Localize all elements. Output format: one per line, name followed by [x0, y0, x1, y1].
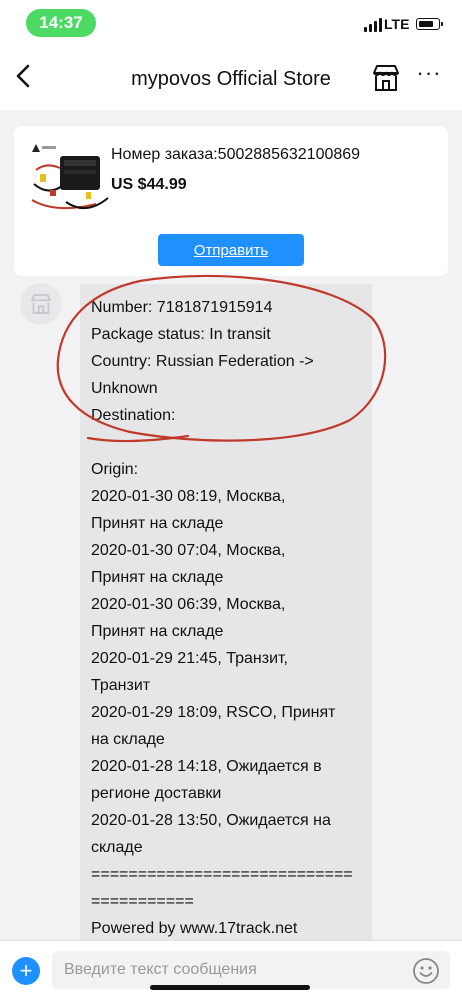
tracking-message: Number: 7181871915914 Package status: In … — [91, 294, 371, 942]
message-line: Powered by www.17track.net — [91, 920, 298, 937]
send-button[interactable]: Отправить — [158, 234, 304, 266]
message-line: регионе доставки — [91, 785, 222, 802]
message-line: 2020-01-28 13:50, Ожидается на — [91, 812, 331, 829]
signal-icon — [364, 18, 382, 32]
battery-level — [418, 20, 433, 27]
message-line: 2020-01-30 06:39, Москва, — [91, 596, 286, 613]
network-label: LTE — [384, 16, 410, 32]
message-input[interactable] — [52, 951, 450, 989]
message-line: Принят на складе — [91, 623, 224, 640]
status-time: 14:37 — [26, 9, 96, 37]
chat-header: mypovos Official Store ··· — [0, 46, 462, 110]
store-icon[interactable] — [370, 62, 402, 94]
message-line: Принят на складе — [91, 569, 224, 586]
message-line: 2020-01-29 21:45, Транзит, — [91, 650, 288, 667]
order-number: Номер заказа:5002885632100869 — [111, 146, 361, 163]
product-thumbnail — [26, 140, 112, 218]
message-line: ============================ — [91, 866, 353, 883]
message-line — [91, 429, 371, 456]
message-line: 2020-01-29 18:09, RSCO, Принят — [91, 704, 336, 721]
order-price: US $44.99 — [111, 176, 187, 193]
message-line: Origin: — [91, 461, 139, 478]
message-line: =========== — [91, 893, 194, 910]
battery-icon — [416, 18, 443, 30]
message-bubble: Number: 7181871915914 Package status: In … — [80, 284, 372, 944]
message-line: Number: 7181871915914 — [91, 299, 273, 316]
order-card[interactable]: Номер заказа:5002885632100869 US $44.99 … — [14, 126, 448, 276]
more-dots-icon[interactable]: ··· — [414, 62, 444, 92]
message-line: Принят на складе — [91, 515, 224, 532]
store-icon — [31, 294, 51, 314]
message-line: 2020-01-30 07:04, Москва, — [91, 542, 286, 559]
message-line: Country: Russian Federation -> — [91, 353, 314, 370]
seller-avatar[interactable] — [20, 283, 62, 325]
message-line: 2020-01-28 14:18, Ожидается в — [91, 758, 322, 775]
message-line: Destination: — [91, 407, 176, 424]
message-line: на складе — [91, 731, 165, 748]
message-line: 2020-01-30 08:19, Москва, — [91, 488, 286, 505]
message-line: Unknown — [91, 380, 158, 397]
smiley-icon[interactable] — [412, 957, 440, 985]
message-line: Package status: In transit — [91, 326, 271, 343]
status-bar: 14:37 LTE — [0, 0, 462, 46]
message-line: Транзит — [91, 677, 151, 694]
message-composer: + — [0, 940, 462, 1000]
message-line: складе — [91, 839, 143, 856]
add-button[interactable]: + — [12, 957, 40, 985]
home-indicator — [150, 985, 310, 990]
